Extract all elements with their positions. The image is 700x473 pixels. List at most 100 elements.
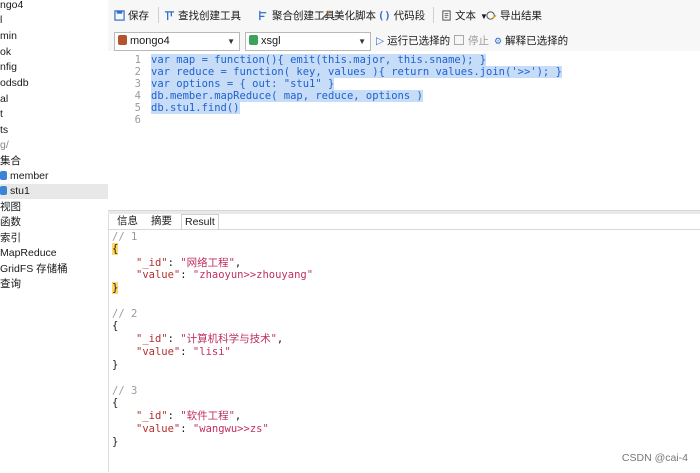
- code-braces-icon: (): [378, 10, 391, 22]
- run-selected-label: 运行已选择的: [387, 35, 451, 47]
- watermark: CSDN @cai-4: [621, 452, 688, 464]
- save-button[interactable]: 保存: [114, 8, 149, 24]
- explain-selected-label: 解释已选择的: [505, 35, 569, 47]
- code-line: db.member.mapReduce( map, reduce, option…: [151, 90, 423, 102]
- document-icon: [442, 10, 451, 21]
- field-key: "_id": [136, 410, 168, 422]
- line-number: 3: [134, 78, 141, 90]
- aggregate-icon: [259, 10, 267, 21]
- toolbar-divider: [433, 7, 434, 23]
- tree-item-db[interactable]: ok: [0, 45, 11, 60]
- line-number: 4: [134, 90, 141, 102]
- code-line: db.stu1.find(): [151, 102, 240, 114]
- tree-item-label: stu1: [10, 185, 30, 197]
- text-mode-label: 文本: [455, 10, 476, 22]
- tree-item-functions[interactable]: 函数: [0, 215, 21, 230]
- tree-item-indexes[interactable]: 索引: [0, 231, 21, 246]
- mongodb-leaf-icon: [118, 35, 127, 45]
- magic-wand-icon: [321, 10, 331, 20]
- collection-icon: [0, 186, 7, 195]
- doc-close-brace: }: [112, 436, 119, 448]
- tree-item-db[interactable]: t: [0, 107, 3, 122]
- tree-item-connection[interactable]: ngo4: [0, 0, 23, 13]
- line-number: 5: [134, 102, 141, 114]
- tree-item-db[interactable]: al: [0, 92, 8, 107]
- explain-selected-button[interactable]: ⚙ 解释已选择的: [494, 34, 568, 49]
- field-value: "计算机科学与技术": [180, 333, 277, 345]
- export-label: 导出结果: [500, 10, 542, 22]
- field-value: "zhaoyun>>zhouyang": [192, 269, 314, 281]
- chevron-down-icon: ▼: [358, 37, 366, 46]
- database-icon: [249, 35, 258, 45]
- find-builder-label: 查找创建工具: [178, 10, 241, 22]
- tree-item-stu1[interactable]: stu1: [0, 184, 108, 199]
- run-selected-button[interactable]: ▷ 运行已选择的: [376, 34, 450, 49]
- tree-item-member[interactable]: member: [0, 169, 49, 184]
- tree-item-db[interactable]: odsdb: [0, 76, 29, 91]
- chevron-down-icon: ▼: [227, 37, 235, 46]
- doc-field: "_id": "软件工程",: [136, 410, 242, 422]
- doc-field: "value": "lisi": [136, 346, 231, 358]
- field-value: "lisi": [192, 346, 231, 358]
- line-number: 1: [134, 54, 141, 66]
- connection-select[interactable]: mongo4 ▼: [114, 32, 240, 51]
- tab-info[interactable]: 信息: [114, 214, 141, 228]
- stop-button[interactable]: 停止: [454, 34, 489, 49]
- code-snippet-button[interactable]: () 代码段: [378, 8, 425, 24]
- beautify-button[interactable]: 美化脚本: [320, 8, 376, 24]
- code-snippet-label: 代码段: [393, 10, 426, 22]
- save-icon: [114, 10, 125, 21]
- field-value: "软件工程": [180, 410, 235, 422]
- tree-item-db[interactable]: min: [0, 29, 17, 44]
- find-builder-button[interactable]: 查找创建工具: [164, 8, 241, 24]
- tab-result[interactable]: Result: [181, 214, 219, 229]
- tree-item-gridfs[interactable]: GridFS 存储桶: [0, 262, 68, 277]
- doc-close-brace: }: [112, 282, 119, 294]
- tab-summary[interactable]: 摘要: [148, 214, 175, 228]
- export-icon: [486, 11, 497, 20]
- doc-comment: // 2: [112, 308, 138, 320]
- field-key: "_id": [136, 333, 168, 345]
- doc-open-brace: {: [112, 243, 119, 255]
- brace: }: [112, 282, 119, 294]
- stop-label: 停止: [468, 35, 489, 47]
- toolbar-divider: [158, 7, 159, 23]
- export-button[interactable]: 导出结果: [486, 8, 542, 24]
- line-number: 6: [134, 114, 141, 126]
- explain-icon: ⚙: [494, 36, 503, 46]
- query-toolbar: mongo4 ▼ xsgl ▼ ▷ 运行已选择的 停止 ⚙ 解释已选择的: [108, 30, 700, 51]
- field-key: "value": [136, 346, 181, 358]
- field-value: "wangwu>>zs": [192, 423, 269, 435]
- connection-value: mongo4: [130, 35, 170, 47]
- tree-item-collections[interactable]: 集合: [0, 154, 21, 169]
- text-mode-button[interactable]: 文本 ▼: [441, 8, 488, 24]
- database-value: xsgl: [261, 35, 281, 47]
- save-label: 保存: [128, 10, 149, 22]
- brace: {: [112, 243, 119, 255]
- field-value: "网络工程": [180, 257, 235, 269]
- doc-open-brace: {: [112, 320, 119, 332]
- code-line: var reduce = function( key, values ){ re…: [151, 66, 562, 78]
- stop-icon: [454, 35, 464, 45]
- tree-item-label: member: [10, 170, 49, 182]
- doc-comment: // 3: [112, 385, 138, 397]
- doc-field: "_id": "网络工程",: [136, 257, 242, 269]
- tree-item-queries[interactable]: 查询: [0, 277, 21, 292]
- tree-item-mapreduce[interactable]: MapReduce: [0, 246, 57, 261]
- tree-item-views[interactable]: 视图: [0, 200, 21, 215]
- tree-item-db[interactable]: l: [0, 13, 2, 28]
- database-select[interactable]: xsgl ▼: [245, 32, 371, 51]
- tree-item-db[interactable]: ts: [0, 123, 8, 138]
- doc-open-brace: {: [112, 397, 119, 409]
- code-editor[interactable]: 1 2 3 4 5 6 var map = function(){ emit(t…: [108, 51, 700, 210]
- code-line: var map = function(){ emit(this.major, t…: [151, 54, 487, 66]
- doc-field: "value": "wangwu>>zs": [136, 423, 269, 435]
- play-icon: ▷: [376, 35, 385, 47]
- doc-field: "_id": "计算机科学与技术",: [136, 333, 284, 345]
- result-panel[interactable]: // 1 { "_id": "网络工程", "value": "zhaoyun>…: [108, 229, 700, 473]
- find-builder-icon: [164, 11, 175, 21]
- collection-icon: [0, 171, 7, 180]
- result-tabs: 信息 摘要 Result: [108, 213, 700, 229]
- tree-item-db[interactable]: nfig: [0, 60, 17, 75]
- tree-item-db[interactable]: g/: [0, 138, 9, 153]
